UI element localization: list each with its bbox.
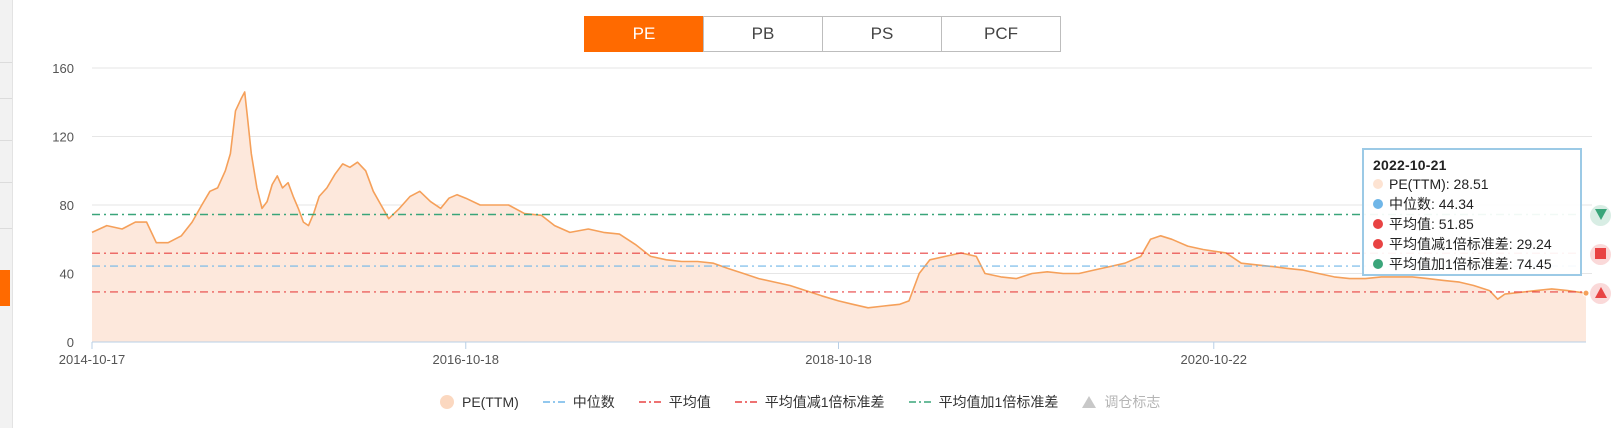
tooltip-row-pe: PE(TTM): 28.51 xyxy=(1373,174,1571,194)
x-tick-label: 2014-10-17 xyxy=(59,352,126,367)
triangle-up-icon xyxy=(1594,285,1607,303)
legend-item-minus-sd[interactable]: 平均值减1倍标准差 xyxy=(734,392,885,412)
plus-sd-marker-button[interactable] xyxy=(1590,205,1611,226)
triangle-down-icon xyxy=(1594,207,1607,225)
legend-item-median[interactable]: 中位数 xyxy=(542,392,615,412)
legend-item-rebalance[interactable]: 调仓标志 xyxy=(1082,392,1160,412)
tooltip-swatch xyxy=(1373,219,1383,229)
legend-label: 调仓标志 xyxy=(1104,394,1161,410)
square-icon xyxy=(1595,246,1606,264)
tooltip-row-plus-sd: 平均值加1倍标准差: 74.45 xyxy=(1373,254,1571,274)
y-tick-label: 80 xyxy=(60,198,74,213)
tooltip-swatch xyxy=(1373,259,1383,269)
y-tick-label: 160 xyxy=(52,61,74,76)
legend-label: 平均值 xyxy=(668,394,711,410)
tooltip-swatch xyxy=(1373,179,1383,189)
legend-label: 平均值加1倍标准差 xyxy=(938,394,1059,410)
tooltip-row-median: 中位数: 44.34 xyxy=(1373,194,1571,214)
hover-point xyxy=(1582,289,1590,297)
chart-legend: PE(TTM) 中位数 平均值 平均值减1倍标准差 平均值加1倍标准差 调仓标志 xyxy=(440,392,1184,412)
mean-marker-button[interactable] xyxy=(1590,244,1611,265)
legend-label: PE(TTM) xyxy=(462,394,519,410)
legend-dashdot-icon xyxy=(908,399,931,405)
tooltip-row-text: PE(TTM): 28.51 xyxy=(1389,176,1489,192)
tooltip-row-text: 中位数: 44.34 xyxy=(1389,196,1474,212)
legend-dashdot-icon xyxy=(638,399,661,405)
tooltip-row-text: 平均值加1倍标准差: 74.45 xyxy=(1389,256,1552,272)
x-tick-label: 2016-10-18 xyxy=(433,352,500,367)
tooltip-date: 2022-10-21 xyxy=(1373,157,1447,173)
tooltip-row-minus-sd: 平均值减1倍标准差: 29.24 xyxy=(1373,234,1571,254)
tooltip-swatch xyxy=(1373,199,1383,209)
legend-dashdot-icon xyxy=(734,399,757,405)
legend-item-mean[interactable]: 平均值 xyxy=(638,392,711,412)
y-tick-label: 120 xyxy=(52,130,74,145)
legend-label: 平均值减1倍标准差 xyxy=(764,394,885,410)
legend-label: 中位数 xyxy=(572,394,615,410)
y-tick-label: 0 xyxy=(67,335,74,350)
legend-item-pe[interactable]: PE(TTM) xyxy=(440,394,519,410)
y-tick-label: 40 xyxy=(60,267,74,282)
legend-triangle-icon xyxy=(1082,396,1097,408)
legend-dashdot-icon xyxy=(542,399,565,405)
legend-circle-icon xyxy=(440,395,454,409)
minus-sd-marker-button[interactable] xyxy=(1590,283,1611,304)
tooltip-row-mean: 平均值: 51.85 xyxy=(1373,214,1571,234)
chart-tooltip: 2022-10-21 PE(TTM): 28.51 中位数: 44.34 平均值… xyxy=(1362,148,1582,276)
x-tick-label: 2020-10-22 xyxy=(1181,352,1248,367)
tooltip-row-text: 平均值: 51.85 xyxy=(1389,216,1474,232)
x-tick-label: 2018-10-18 xyxy=(805,352,872,367)
tooltip-row-text: 平均值减1倍标准差: 29.24 xyxy=(1389,236,1552,252)
tooltip-swatch xyxy=(1373,239,1383,249)
legend-item-plus-sd[interactable]: 平均值加1倍标准差 xyxy=(908,392,1059,412)
